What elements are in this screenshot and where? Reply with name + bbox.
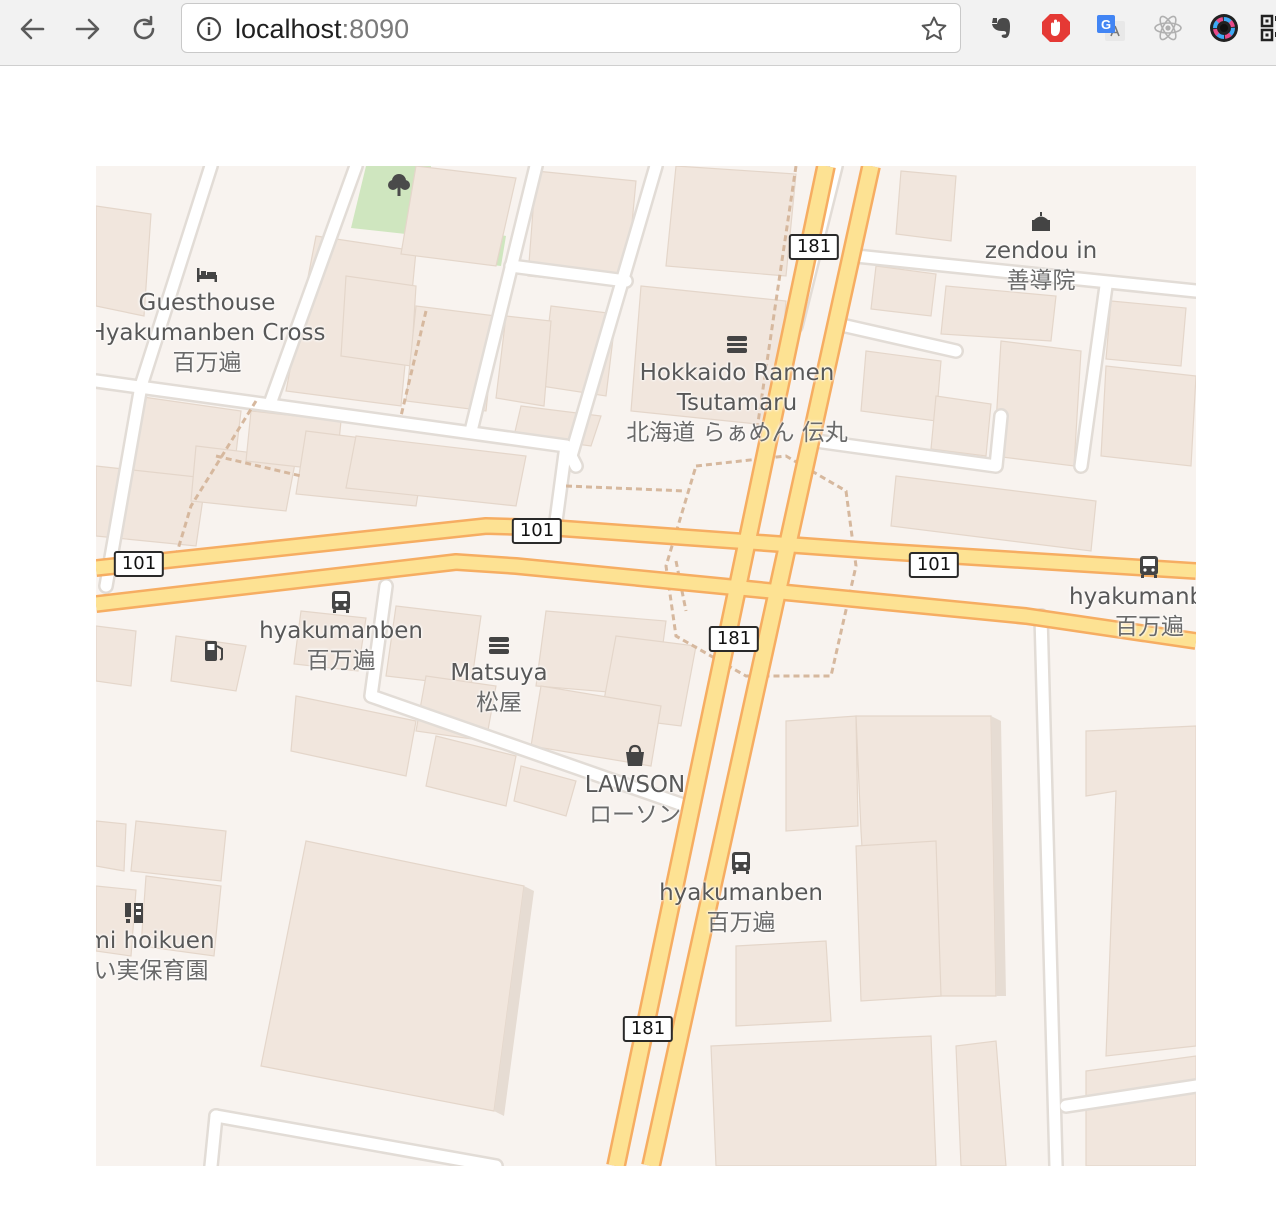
reload-button[interactable] xyxy=(125,10,163,48)
poi-label-bus-east[interactable]: hyakumanb 百万遍 xyxy=(1069,582,1196,642)
poi-name: hyakumanb xyxy=(1069,584,1196,610)
route-shield-181: 181 xyxy=(708,626,760,652)
poi-local-name: 北海道 らぁめん 伝丸 xyxy=(626,420,848,446)
poi-local-name: 百万遍 xyxy=(306,648,376,674)
poi-local-name: ローソン xyxy=(589,802,681,828)
url-host: localhost xyxy=(235,14,342,44)
react-devtools-icon xyxy=(1154,15,1182,41)
google-translate-icon: G xyxy=(1097,15,1125,41)
poi-local-name: 善導院 xyxy=(1006,268,1076,294)
shop-icon[interactable] xyxy=(622,743,648,769)
info-icon[interactable] xyxy=(196,16,222,42)
poi-name: zendou in xyxy=(984,238,1098,264)
adblock-extension[interactable] xyxy=(1039,10,1073,46)
evernote-icon xyxy=(992,18,1010,38)
restaurant-icon[interactable] xyxy=(724,331,750,357)
poi-local-name: 百万遍 xyxy=(172,350,242,376)
poi-label-hoikuen[interactable]: mi hoikuen い実保育園 xyxy=(96,926,215,986)
route-shield-181: 181 xyxy=(788,234,840,260)
poi-name: Guesthouse Hyakumanben Cross xyxy=(96,290,326,346)
poi-label-matsuya[interactable]: Matsuya 松屋 xyxy=(450,658,547,718)
poi-label-zendou[interactable]: zendou in 善導院 xyxy=(985,236,1097,296)
qr-code-extension[interactable] xyxy=(1260,10,1276,46)
poi-local-name: い実保育園 xyxy=(96,958,209,984)
back-icon xyxy=(20,18,45,40)
poi-label-lawson[interactable]: LAWSON ローソン xyxy=(585,770,685,830)
color-picker-icon xyxy=(1210,14,1238,42)
qr-code-icon xyxy=(1260,14,1276,42)
reload-icon xyxy=(133,15,155,40)
star-icon[interactable] xyxy=(920,15,948,43)
route-shield-101: 101 xyxy=(511,518,563,544)
poi-label-ramen[interactable]: Hokkaido Ramen Tsutamaru 北海道 らぁめん 伝丸 xyxy=(626,358,848,448)
poi-label-guesthouse[interactable]: Guesthouse Hyakumanben Cross 百万遍 xyxy=(96,288,325,378)
svg-text:G: G xyxy=(1101,17,1111,32)
restaurant-icon[interactable] xyxy=(486,632,512,658)
poi-local-name: 百万遍 xyxy=(1115,614,1184,640)
map-canvas[interactable]: 181 101 101 101 181 181 Guesthouse Hyaku… xyxy=(96,166,1196,1166)
poi-name: hyakumanben xyxy=(659,880,823,906)
url-text[interactable]: localhost:8090 xyxy=(235,13,409,45)
react-devtools-extension[interactable] xyxy=(1151,10,1185,46)
bus-icon[interactable] xyxy=(728,850,754,876)
poi-local-name: 松屋 xyxy=(475,690,522,716)
evernote-extension[interactable] xyxy=(983,10,1017,46)
address-bar[interactable]: localhost:8090 xyxy=(181,3,961,53)
fuel-icon[interactable] xyxy=(201,638,227,664)
bed-icon[interactable] xyxy=(194,262,220,288)
tree-icon[interactable] xyxy=(386,172,412,198)
route-shield-101: 101 xyxy=(908,552,960,578)
temple-icon[interactable] xyxy=(1028,210,1054,236)
forward-button[interactable] xyxy=(69,10,107,48)
poi-name: mi hoikuen xyxy=(96,928,215,954)
route-shield-101: 101 xyxy=(113,551,165,577)
browser-toolbar: localhost:8090 G xyxy=(0,0,1276,66)
poi-name: LAWSON xyxy=(584,772,686,798)
google-translate-extension[interactable]: G xyxy=(1094,10,1128,46)
bus-icon[interactable] xyxy=(328,589,354,615)
school-icon[interactable] xyxy=(121,900,147,926)
route-shield-181: 181 xyxy=(622,1016,674,1042)
color-picker-extension[interactable] xyxy=(1207,10,1241,46)
poi-label-bus-west[interactable]: hyakumanben 百万遍 xyxy=(259,616,423,676)
poi-name: Matsuya xyxy=(450,660,548,686)
url-port: :8090 xyxy=(341,14,410,44)
poi-name: Hokkaido Ramen Tsutamaru xyxy=(639,360,835,416)
poi-name: hyakumanben xyxy=(259,618,423,644)
back-button[interactable] xyxy=(13,10,51,48)
poi-label-bus-south[interactable]: hyakumanben 百万遍 xyxy=(659,878,823,938)
bus-icon[interactable] xyxy=(1136,554,1162,580)
adblock-icon xyxy=(1042,14,1070,42)
forward-icon xyxy=(75,18,100,40)
poi-local-name: 百万遍 xyxy=(706,910,776,936)
